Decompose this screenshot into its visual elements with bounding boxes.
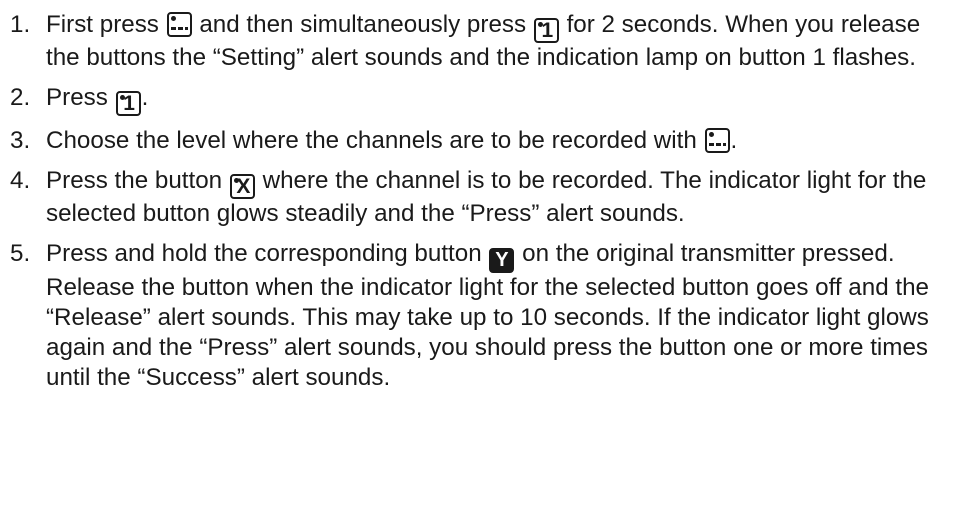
step-text-segment: Press and hold the corresponding button	[46, 240, 482, 267]
transmitter-button-y-icon: Y	[489, 248, 515, 273]
step-4: 4. Press the button X where the channel …	[10, 166, 957, 229]
step-text: Choose the level where the channels are …	[46, 126, 957, 156]
indicator-dot	[170, 16, 176, 21]
button-1-icon: 1	[115, 91, 141, 116]
indicator-dot	[708, 132, 714, 137]
step-text-segment: Choose the level where the channels are …	[46, 127, 697, 154]
level-button-icon	[166, 12, 192, 37]
step-text: Press the button X where the channel is …	[46, 166, 957, 229]
step-3: 3. Choose the level where the channels a…	[10, 126, 957, 156]
step-text-segment: .	[141, 84, 149, 111]
step-number: 2.	[10, 84, 31, 111]
button-1-icon: 1	[533, 18, 559, 43]
step-number: 3.	[10, 127, 31, 154]
step-text-segment: Press the button	[46, 167, 223, 194]
step-number: 4.	[10, 167, 31, 194]
step-text: Press and hold the corresponding button …	[46, 239, 957, 393]
step-2: 2. Press 1.	[10, 83, 957, 116]
instruction-document: 1. First press and then simultaneously p…	[0, 0, 977, 525]
button-x-icon: X	[229, 174, 255, 199]
step-text-segment: .	[730, 127, 738, 154]
step-1: 1. First press and then simultaneously p…	[10, 10, 957, 73]
instruction-steps: 1. First press and then simultaneously p…	[10, 10, 957, 393]
step-number: 1.	[10, 11, 31, 38]
button-glyph: 1	[541, 19, 554, 42]
button-glyph: 1	[123, 92, 135, 115]
step-5: 5. Press and hold the corresponding butt…	[10, 239, 957, 393]
step-text: Press 1.	[46, 83, 957, 116]
level-button-icon	[704, 128, 730, 153]
level-dashes	[708, 143, 726, 146]
step-text-segment: First press	[46, 11, 159, 38]
button-glyph: X	[236, 175, 251, 198]
step-text: First press and then simultaneously pres…	[46, 10, 957, 73]
step-number: 5.	[10, 240, 31, 267]
step-text-segment: and then simultaneously press	[199, 11, 527, 38]
level-dashes	[170, 27, 188, 30]
step-text-segment: Press	[46, 84, 108, 111]
